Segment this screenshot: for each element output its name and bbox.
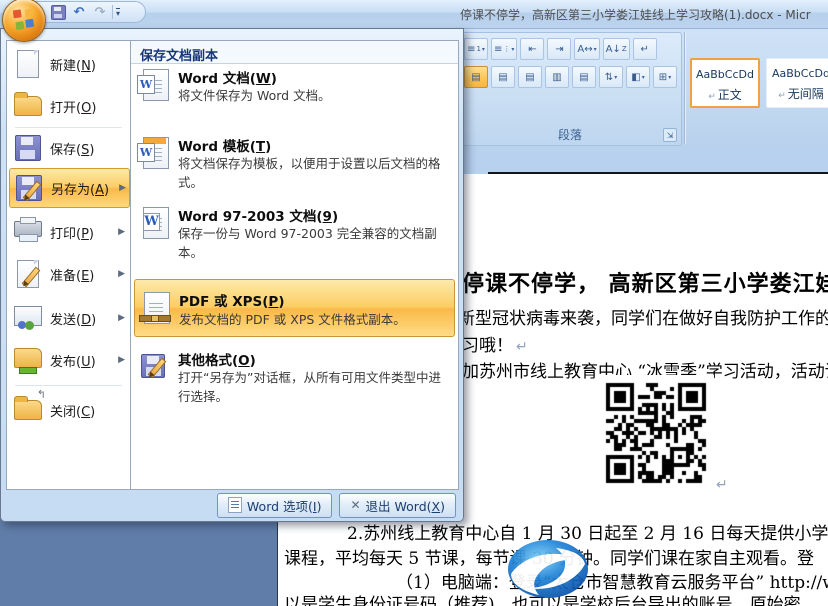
open-folder-icon [12, 90, 44, 122]
office-menu: 新建(N) 打开(O) 保存(S) 另存为(A) ▶ 打印(P) ▶ [0, 28, 464, 522]
submenu-item-other-formats[interactable]: 其他格式(O) 打开“另存为”对话框，从所有可用文件类型中进行选择。 [134, 349, 455, 415]
save-button[interactable] [49, 3, 67, 21]
menu-item-send[interactable]: 发送(D) ▶ [9, 299, 128, 337]
menu-item-save-as[interactable]: 另存为(A) ▶ [9, 168, 130, 208]
submenu-item-word-97-2003[interactable]: W Word 97-2003 文档(9) 保存一份与 Word 97-2003 … [134, 205, 455, 271]
group-separator [684, 32, 685, 144]
menu-item-close[interactable]: ↰ 关闭(C) [9, 391, 128, 429]
submenu-item-pdf-xps[interactable]: PDF 或 XPS(P) 发布文档的 PDF 或 XPS 文件格式副本。 [134, 279, 455, 337]
submenu-item-word-template[interactable]: W Word 模板(T) 将文档保存为模板，以便用于设置以后文档的格式。 [134, 135, 455, 201]
submenu-arrow-icon: ▶ [118, 227, 125, 237]
save-as-icon [13, 172, 45, 204]
align-center-button[interactable]: ▤ [491, 66, 515, 88]
align-right-button[interactable]: ▤ [518, 66, 542, 88]
toolbar-separator [112, 5, 113, 19]
submenu-item-word-document[interactable]: W Word 文档(W) 将文件保存为 Word 文档。 [134, 67, 455, 129]
menu-item-open[interactable]: 打开(O) [9, 87, 128, 125]
distribute-button[interactable]: ▤ [572, 66, 596, 88]
prepare-icon [12, 258, 44, 290]
shading-button[interactable]: ◧▾ [626, 66, 650, 88]
pdf-xps-icon [141, 292, 173, 328]
submenu-arrow-icon: ▶ [118, 355, 125, 365]
quick-access-toolbar: ↶ ↷ ▾ [34, 1, 146, 23]
doc-line: 习哦！↵ [462, 331, 528, 356]
paragraph-mark: ↵ [716, 477, 728, 493]
line-spacing-button[interactable]: ⇅▾ [599, 66, 623, 88]
close-icon: ✕ [350, 498, 360, 512]
office-menu-left-pane: 新建(N) 打开(O) 保存(S) 另存为(A) ▶ 打印(P) ▶ [6, 40, 131, 490]
submenu-header: 保存文档副本 [131, 41, 458, 64]
paragraph-group-label: 段落 [459, 126, 681, 143]
redo-button[interactable]: ↷ [91, 3, 109, 21]
window-title: 停课不停学，高新区第三小学娄江娃线上学习攻略(1).docx - Micr [460, 6, 811, 23]
style-no-spacing[interactable]: AaBbCcDd ↵无间隔 [766, 58, 828, 108]
send-icon [12, 302, 44, 334]
submenu-arrow-icon: ▶ [118, 269, 125, 279]
decrease-indent-button[interactable]: ⇤ [520, 38, 544, 60]
menu-item-save[interactable]: 保存(S) [9, 129, 128, 167]
increase-indent-button[interactable]: ⇥ [547, 38, 571, 60]
printer-icon [12, 216, 44, 248]
asian-layout-button[interactable]: A↔▾ [574, 38, 599, 60]
paragraph-group: ≡1▾ ≡⋮▾ ⇤ ⇥ A↔▾ A↓Z ↵ ▤ ▤ ▤ ▥ ▤ ⇅▾ ◧▾ ⊞▾… [458, 32, 682, 146]
exit-word-button[interactable]: ✕ 退出 Word(X) [339, 493, 456, 518]
office-menu-footer: Word 选项(I) ✕ 退出 Word(X) [6, 492, 459, 518]
paragraph-mark: ↵ [516, 339, 528, 355]
show-marks-button[interactable]: ↵ [633, 38, 657, 60]
publish-icon [12, 344, 44, 376]
menu-separator [15, 385, 122, 386]
sort-button[interactable]: A↓Z [603, 38, 630, 60]
undo-button[interactable]: ↶ [70, 3, 88, 21]
save-as-submenu: 保存文档副本 W Word 文档(W) 将文件保存为 Word 文档。 W Wo… [130, 40, 459, 490]
multilevel-list-button[interactable]: ≡⋮▾ [491, 38, 517, 60]
options-icon [228, 497, 242, 513]
menu-separator [15, 127, 122, 128]
word-97-2003-icon: W [140, 207, 172, 243]
close-document-icon: ↰ [12, 394, 44, 426]
save-icon [51, 5, 66, 20]
style-normal[interactable]: AaBbCcDd ↵正文 [690, 58, 760, 108]
doc-line: 新型冠状病毒来袭，同学们在做好自我防护工作的同时，可以 [458, 304, 828, 329]
menu-item-prepare[interactable]: 准备(E) ▶ [9, 255, 128, 293]
justify-button[interactable]: ▥ [545, 66, 569, 88]
watermark-logo [506, 538, 590, 600]
title-bar: ↶ ↷ ▾ 停课不停学，高新区第三小学娄江娃线上学习攻略(1).docx - M… [0, 0, 828, 29]
paragraph-dialog-launcher[interactable]: ⇲ [663, 128, 677, 142]
office-button[interactable] [2, 0, 46, 42]
word-options-button[interactable]: Word 选项(I) [217, 493, 333, 518]
new-document-icon [12, 48, 44, 80]
qr-code-image [598, 375, 714, 491]
align-left-button[interactable]: ▤ [464, 66, 488, 88]
page-top-border [488, 172, 828, 174]
office-logo-icon [13, 8, 36, 31]
borders-button[interactable]: ⊞▾ [653, 66, 677, 88]
doc-heading: 停课不停学， 高新区第三小学娄江娃线上学 [462, 266, 828, 298]
save-floppy-icon [12, 132, 44, 164]
pilcrow-icon: ↵ [778, 91, 786, 101]
word-document-icon: W [140, 69, 172, 105]
submenu-arrow-icon: ▶ [119, 183, 126, 193]
word-2007-window: ↶ ↷ ▾ 停课不停学，高新区第三小学娄江娃线上学习攻略(1).docx - M… [0, 0, 828, 606]
pilcrow-icon: ↵ [708, 92, 716, 102]
customize-qat-button[interactable]: ▾ [116, 8, 120, 17]
numbering-button[interactable]: ≡1▾ [464, 38, 488, 60]
menu-item-publish[interactable]: 发布(U) ▶ [9, 341, 128, 379]
menu-item-print[interactable]: 打印(P) ▶ [9, 213, 128, 251]
word-template-icon: W [140, 137, 172, 173]
other-formats-icon [140, 351, 172, 387]
menu-item-new[interactable]: 新建(N) [9, 45, 128, 83]
submenu-arrow-icon: ▶ [118, 313, 125, 323]
